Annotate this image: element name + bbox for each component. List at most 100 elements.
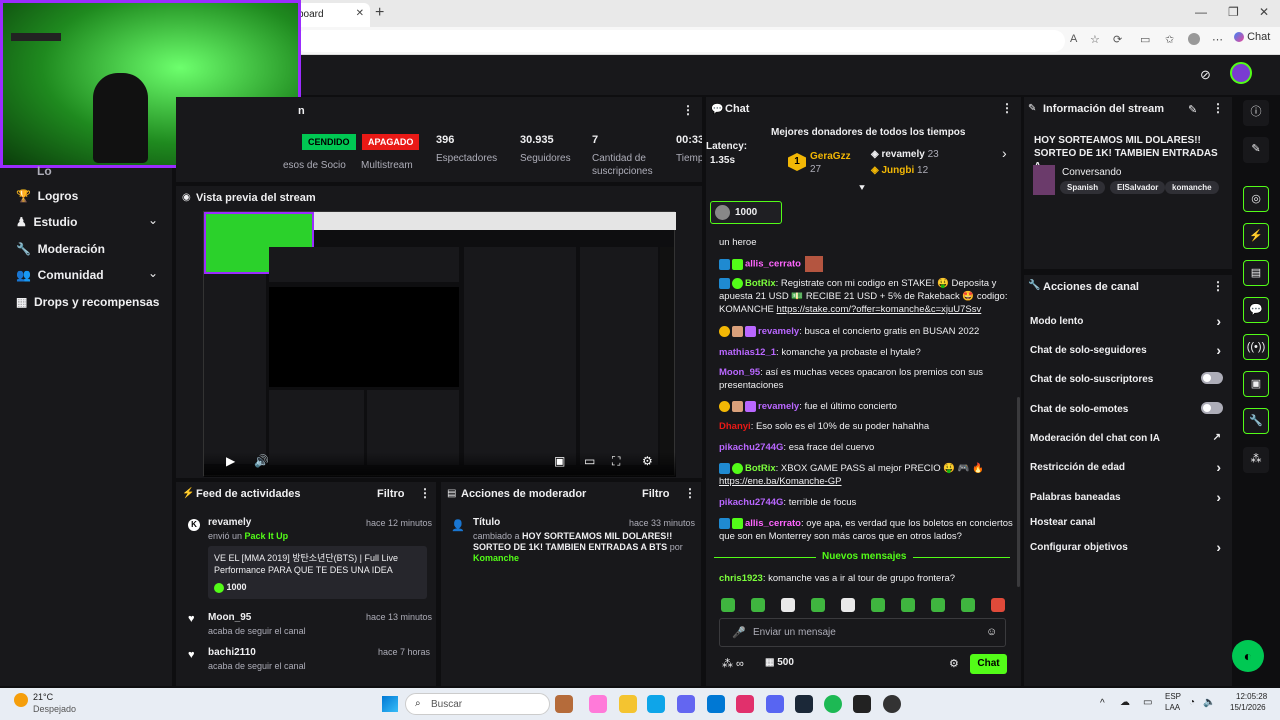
option-banned-words[interactable]: Palabras baneadas ›: [1030, 489, 1225, 505]
new-tab-icon[interactable]: +: [375, 4, 384, 22]
channel-points-icon[interactable]: ⁂ ∞: [722, 657, 744, 670]
chat-link[interactable]: https://stake.com/?offer=komanche&c=xjuU…: [777, 304, 982, 315]
more-options-icon[interactable]: ⋮: [419, 486, 431, 500]
widgets-app-icon[interactable]: [555, 695, 573, 713]
clock-time[interactable]: 12:05:28: [1236, 692, 1267, 701]
chevron-right-icon[interactable]: ›: [1002, 145, 1007, 161]
emote-icon[interactable]: [901, 598, 915, 612]
info-icon[interactable]: ⓘ: [1243, 100, 1269, 126]
emoji-picker-icon[interactable]: ☺: [986, 626, 997, 638]
tag-pill[interactable]: ElSalvador: [1110, 181, 1166, 194]
donor-name[interactable]: GeraGzz: [810, 151, 851, 162]
option-goals[interactable]: Configurar objetivos ›: [1030, 539, 1225, 555]
chat-username[interactable]: pikachu2744G: [719, 497, 783, 508]
obs-app-icon[interactable]: [883, 695, 901, 713]
tray-chevron-icon[interactable]: ^: [1100, 698, 1105, 709]
close-window-icon[interactable]: ✕: [1259, 5, 1269, 19]
chat-username[interactable]: BotRix: [745, 278, 776, 289]
send-chat-button[interactable]: Chat: [970, 654, 1007, 674]
option-slow-mode[interactable]: Modo lento ›: [1030, 313, 1225, 329]
option-ai-moderation[interactable]: Moderación del chat con IA ↗: [1030, 432, 1225, 444]
chat-settings-icon[interactable]: ⚙: [949, 657, 959, 670]
chat-username[interactable]: Moon_95: [719, 367, 760, 378]
sidebar-item-logros[interactable]: 🏆 Logros: [16, 189, 78, 203]
points-rail-icon[interactable]: ⁂: [1243, 447, 1269, 473]
chat-link[interactable]: https://ene.ba/Komanche-GP: [719, 476, 842, 487]
option-host-channel[interactable]: Hostear canal: [1030, 517, 1225, 528]
minimize-icon[interactable]: —: [1195, 5, 1207, 19]
chat-username[interactable]: allis_cerrato: [745, 259, 801, 270]
option-age-restriction[interactable]: Restricción de edad ›: [1030, 459, 1225, 475]
favorites-bar-icon[interactable]: ✩: [1165, 33, 1174, 46]
more-options-icon[interactable]: ⋮: [1212, 101, 1224, 115]
sidebar-item-drops[interactable]: ▦ Drops y recompensas: [16, 295, 159, 309]
donor-row[interactable]: ◈ revamely 23: [871, 149, 939, 160]
url-field[interactable]: [295, 30, 1065, 52]
chat-username[interactable]: revamely: [758, 401, 799, 412]
copilot-app-icon[interactable]: [589, 695, 607, 713]
camera-icon[interactable]: ◎: [1243, 186, 1269, 212]
broadcast-icon[interactable]: ((•)): [1243, 334, 1269, 360]
tag-pill[interactable]: Spanish: [1060, 181, 1106, 194]
more-options-icon[interactable]: ⋮: [1212, 279, 1224, 293]
microphone-icon[interactable]: 🎤: [732, 626, 746, 639]
close-tab-icon[interactable]: ✕: [356, 8, 364, 19]
chat-username[interactable]: mathias12_1: [719, 347, 776, 358]
edit-pencil-icon[interactable]: ✎: [1243, 137, 1269, 163]
lang-code[interactable]: ESP: [1165, 692, 1181, 701]
network-icon[interactable]: ◔: [1189, 697, 1195, 708]
help-icon[interactable]: ⊘: [1200, 67, 1211, 83]
sidebar-item-moderacion[interactable]: 🔧 Moderación: [16, 242, 105, 256]
subs-only-toggle[interactable]: [1201, 372, 1223, 384]
emotes-only-toggle[interactable]: [1201, 402, 1223, 414]
video-player[interactable]: ▶ 🔊 ▣ ▭ ⛶ ⚙: [203, 211, 676, 477]
play-icon[interactable]: ▶: [226, 454, 235, 468]
filter-button[interactable]: Filtro: [642, 488, 670, 500]
activity-user[interactable]: revamely: [208, 517, 251, 528]
chat-username[interactable]: Dhanyi: [719, 421, 751, 432]
donor-row[interactable]: ◈ Jungbi 12: [871, 165, 928, 176]
extensions-icon[interactable]: ⟳: [1113, 33, 1122, 46]
cloud-icon[interactable]: ☁: [1120, 697, 1130, 708]
points-display[interactable]: ▦ 500: [765, 657, 794, 668]
chat-username[interactable]: revamely: [758, 326, 799, 337]
read-aloud-icon[interactable]: A: [1070, 33, 1077, 45]
steam-app-icon[interactable]: [795, 695, 813, 713]
mod-action-author[interactable]: Komanche: [473, 553, 519, 563]
chat-username[interactable]: chris1923: [719, 573, 763, 584]
emote-icon[interactable]: [781, 598, 795, 612]
terminal-app-icon[interactable]: [853, 695, 871, 713]
chat-bubble-icon[interactable]: 💬: [1243, 297, 1269, 323]
emote-icon[interactable]: [721, 598, 735, 612]
clip-icon[interactable]: ▣: [554, 454, 565, 468]
instagram-app-icon[interactable]: [736, 695, 754, 713]
edge-app-icon[interactable]: [647, 695, 665, 713]
stream-category[interactable]: Conversando: [1062, 167, 1121, 178]
profile-icon[interactable]: [1188, 33, 1200, 45]
support-button[interactable]: ◐: [1232, 640, 1264, 672]
collapse-icon[interactable]: ⯆: [858, 183, 866, 194]
chat-username[interactable]: allis_cerrato: [745, 518, 801, 529]
pinned-gift[interactable]: 1000: [710, 201, 782, 224]
more-options-icon[interactable]: ⋮: [682, 103, 694, 117]
chat-scrollbar[interactable]: [1017, 397, 1020, 587]
sidebar-item-comunidad[interactable]: 👥 Comunidad: [16, 268, 104, 282]
maximize-icon[interactable]: ❐: [1228, 5, 1239, 19]
emote-icon[interactable]: [871, 598, 885, 612]
tag-pill[interactable]: komanche: [1165, 181, 1219, 194]
activity-user[interactable]: bachi2110: [208, 647, 256, 658]
store-app-icon[interactable]: [677, 695, 695, 713]
wrench-rail-icon[interactable]: 🔧: [1243, 408, 1269, 434]
more-options-icon[interactable]: ⋮: [684, 486, 696, 500]
windows-start-icon[interactable]: [382, 696, 398, 712]
emote-icon[interactable]: [841, 598, 855, 612]
chat-input[interactable]: 🎤 Enviar un mensaje ☺: [719, 618, 1006, 647]
taskbar-search[interactable]: ⌕ Buscar: [405, 693, 550, 715]
emote-icon[interactable]: [751, 598, 765, 612]
more-options-icon[interactable]: ⋮: [1001, 101, 1013, 115]
emote-icon[interactable]: [811, 598, 825, 612]
volume-icon[interactable]: 🔊: [254, 454, 269, 468]
avatar[interactable]: [1230, 62, 1252, 84]
favorite-icon[interactable]: ☆: [1090, 33, 1100, 46]
explorer-app-icon[interactable]: [619, 695, 637, 713]
